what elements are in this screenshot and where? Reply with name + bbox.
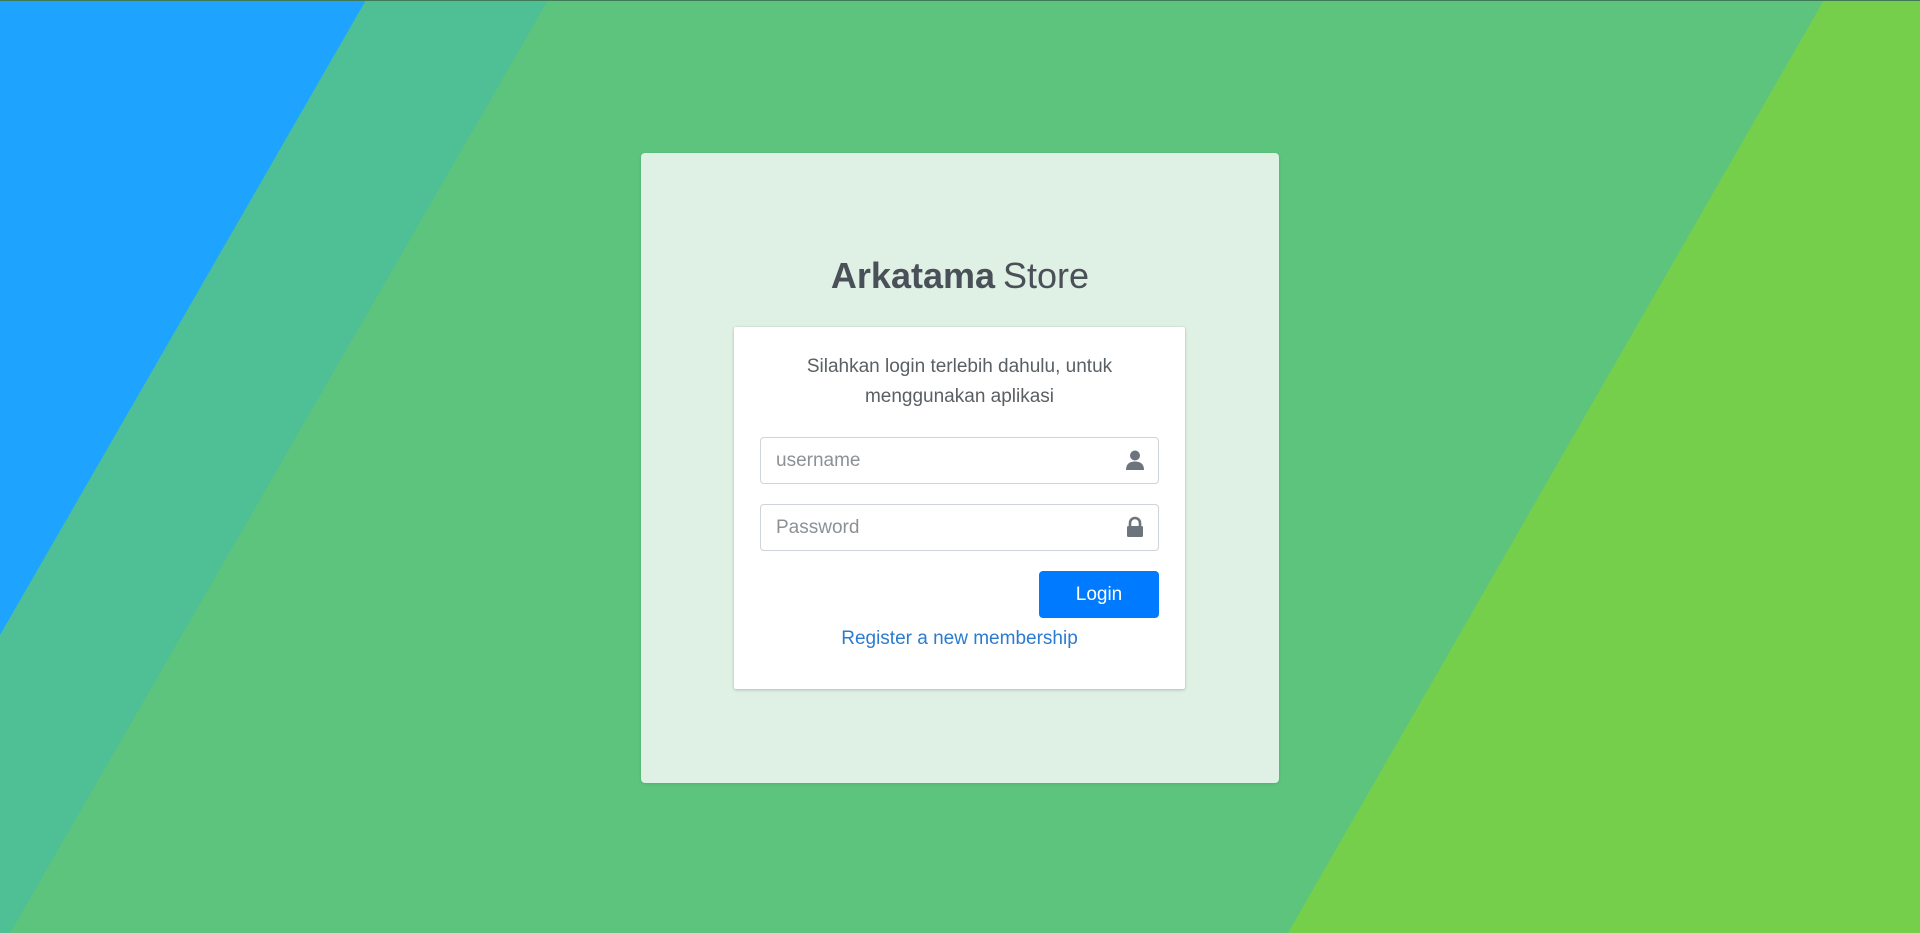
password-input-group bbox=[760, 504, 1159, 551]
brand-name-light: Store bbox=[1003, 255, 1090, 296]
login-page: Arkatama Store Silahkan login terlebih da… bbox=[0, 0, 1920, 933]
login-message-line-2: menggunakan aplikasi bbox=[864, 386, 1055, 407]
login-box: Silahkan login terlebih dahulu, untuk me… bbox=[734, 327, 1185, 689]
login-button[interactable]: Login bbox=[1039, 571, 1159, 618]
brand-name-bold: Arkatama bbox=[830, 255, 996, 296]
lock-icon bbox=[1127, 516, 1143, 537]
login-box-message: Silahkan login terlebih dahulu, untuk me… bbox=[734, 352, 1185, 412]
top-border-line bbox=[0, 0, 1920, 1]
username-input-group bbox=[760, 437, 1159, 484]
login-message-line-1: Silahkan login terlebih dahulu, untuk bbox=[806, 356, 1113, 377]
username-input[interactable] bbox=[761, 438, 1101, 483]
user-icon bbox=[1126, 450, 1144, 470]
register-link[interactable]: Register a new membership bbox=[734, 624, 1185, 654]
password-input[interactable] bbox=[761, 505, 1101, 550]
brand-title: Arkatama Store bbox=[0, 254, 1920, 298]
